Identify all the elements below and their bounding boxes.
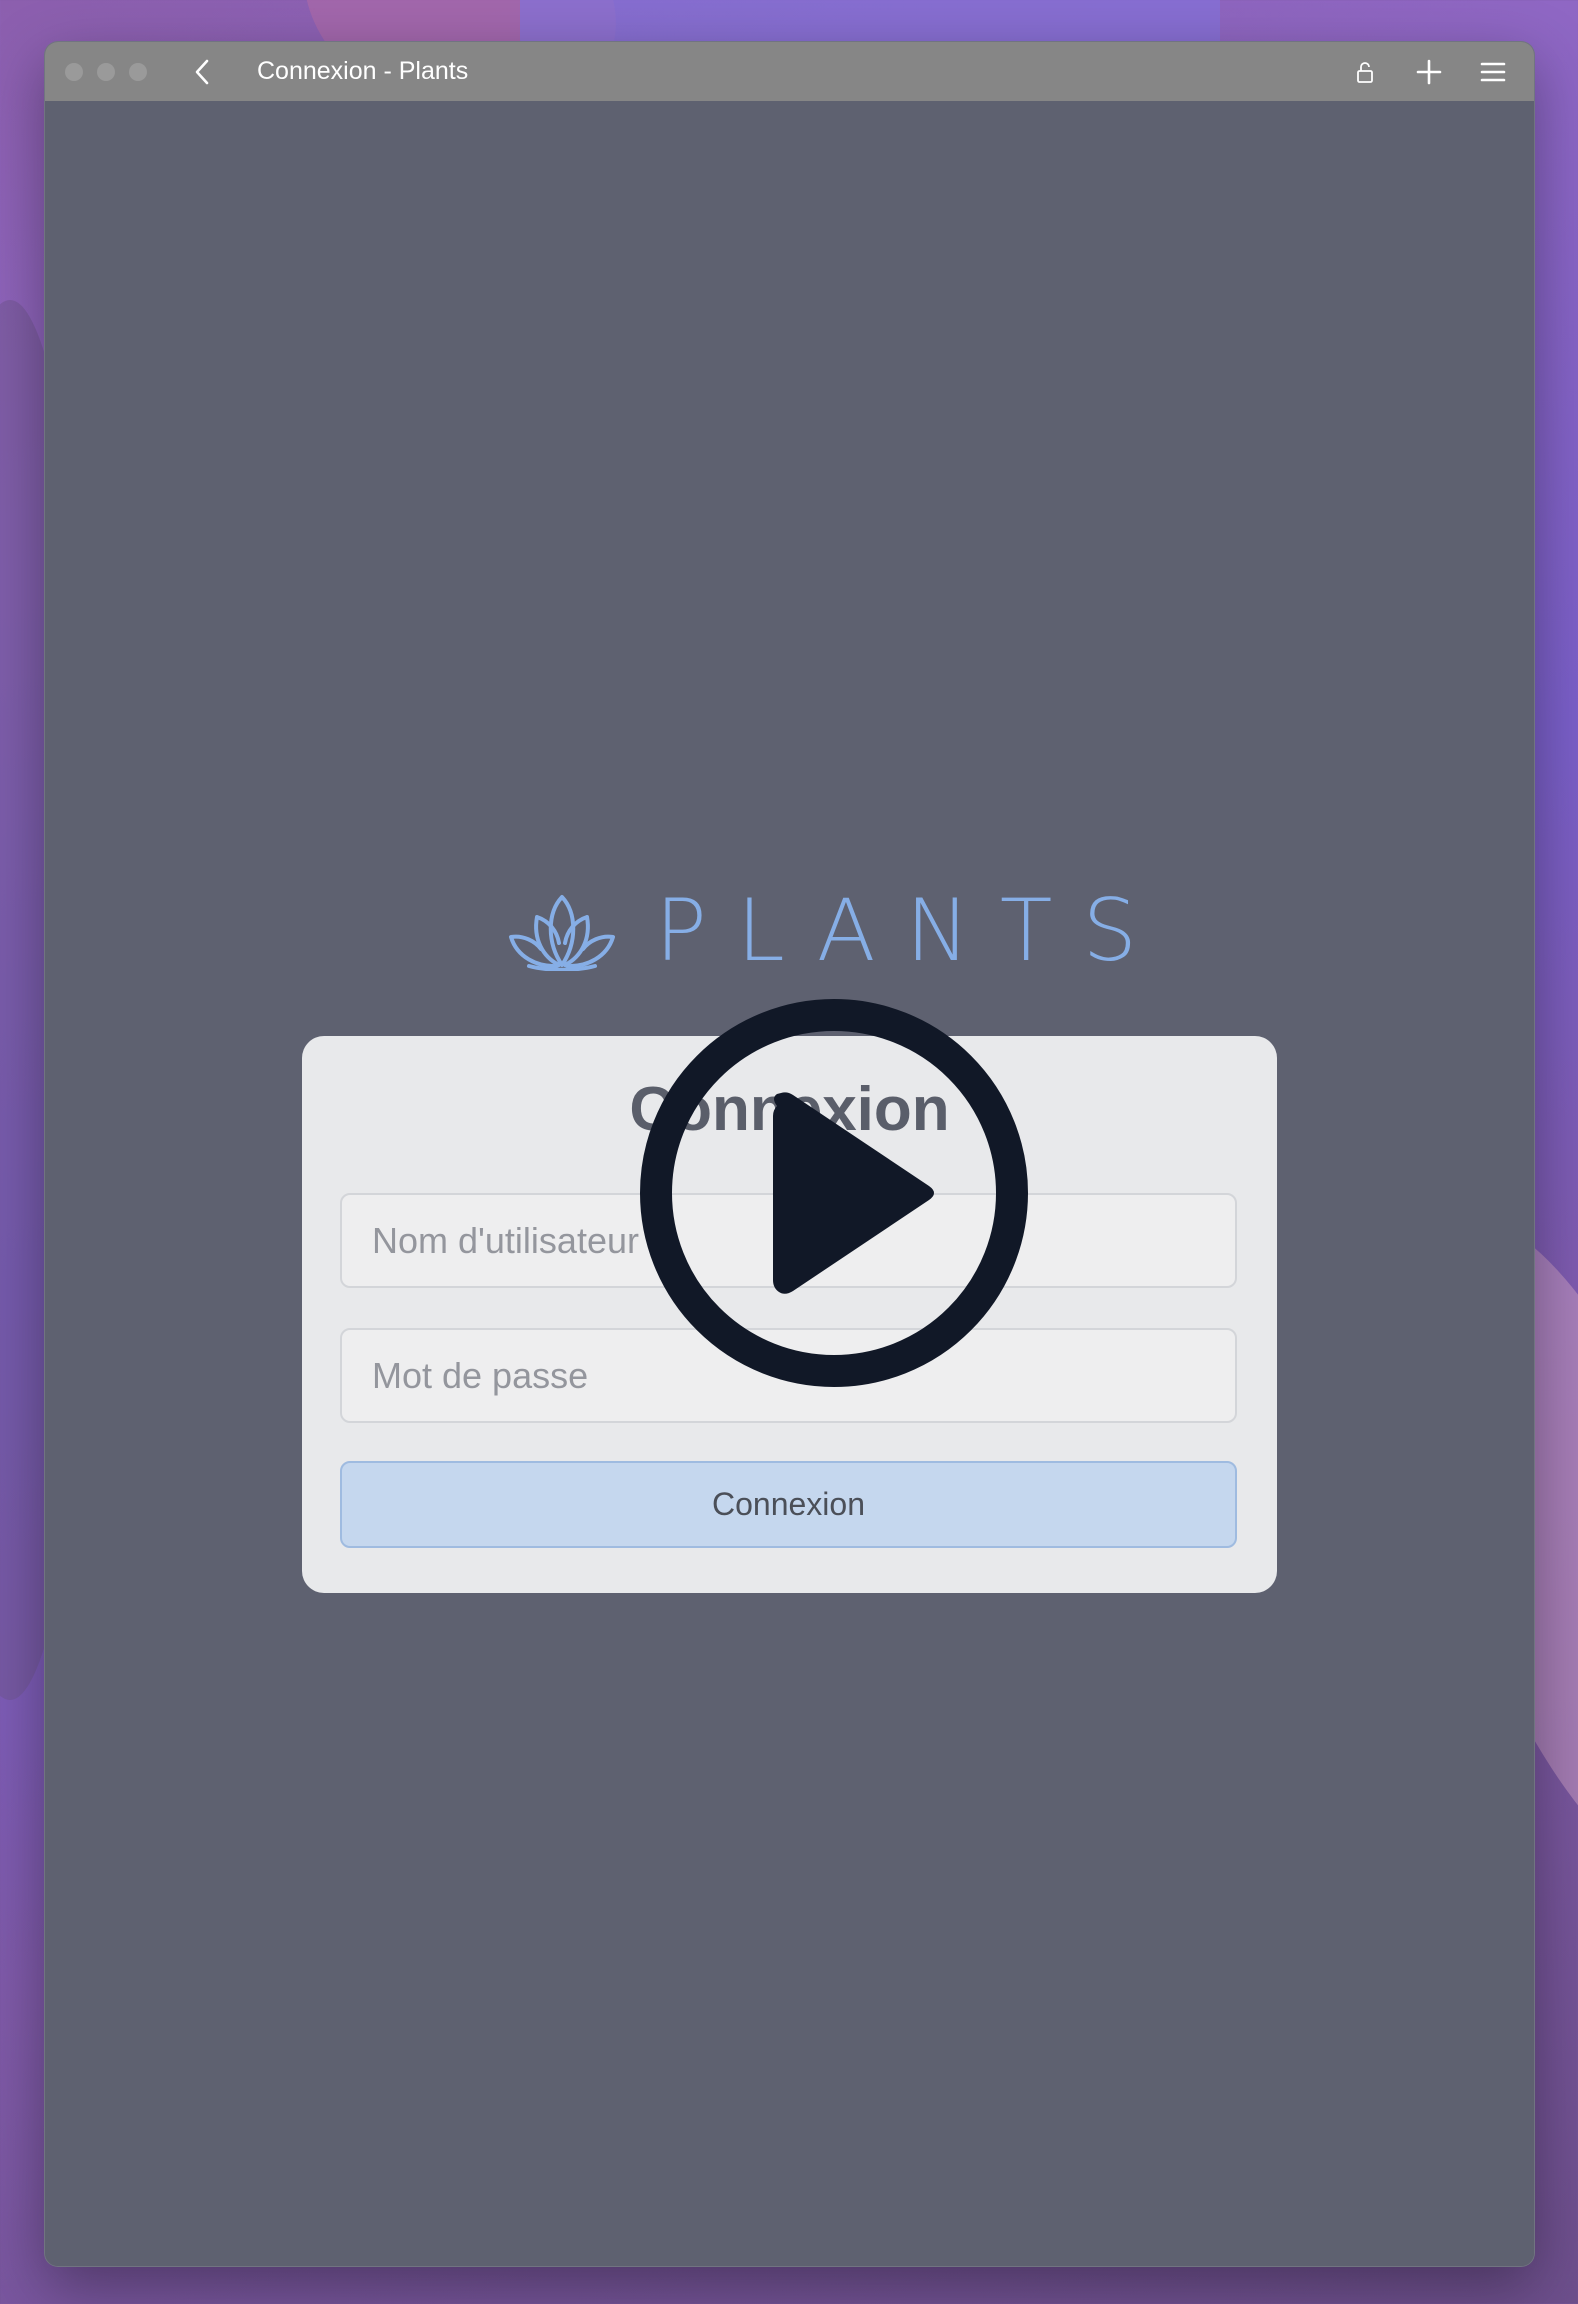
brand-name: PLANTS: [655, 881, 1168, 981]
title-bar: Connexion - Plants: [45, 42, 1534, 101]
zoom-window-button[interactable]: [129, 62, 147, 81]
login-button[interactable]: Connexion: [340, 1461, 1237, 1548]
lotus-icon: [509, 895, 615, 971]
menu-button[interactable]: [1478, 57, 1508, 87]
chevron-left-icon: [195, 59, 209, 84]
play-icon: [640, 999, 1028, 1387]
hamburger-menu-icon: [1480, 62, 1506, 81]
window-controls: [65, 62, 147, 81]
toolbar: [1350, 57, 1508, 87]
window-title: Connexion - Plants: [257, 57, 469, 85]
minimize-window-button[interactable]: [97, 62, 115, 81]
video-play-button[interactable]: [639, 998, 1029, 1388]
brand-logo: PLANTS: [507, 881, 1167, 981]
close-window-button[interactable]: [65, 62, 83, 81]
lock-button[interactable]: [1350, 57, 1380, 87]
browser-window: Connexion - Plants PLANTS Nom d'utilisat…: [44, 41, 1535, 2267]
new-tab-button[interactable]: [1414, 57, 1444, 87]
lock-icon: [1357, 61, 1373, 83]
back-button[interactable]: [187, 57, 217, 87]
plus-icon: [1416, 59, 1442, 84]
